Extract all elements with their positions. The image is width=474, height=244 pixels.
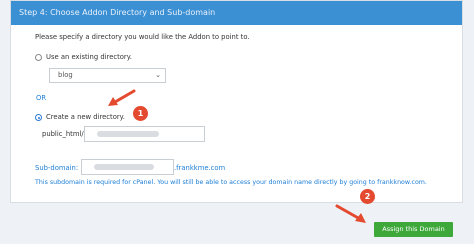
annotation-badge-1: 1 xyxy=(133,106,148,121)
annotation-arrow-1 xyxy=(108,89,366,223)
annotation-badge-2: 2 xyxy=(360,189,375,204)
assign-domain-button[interactable]: Assign this Domain xyxy=(374,222,453,237)
